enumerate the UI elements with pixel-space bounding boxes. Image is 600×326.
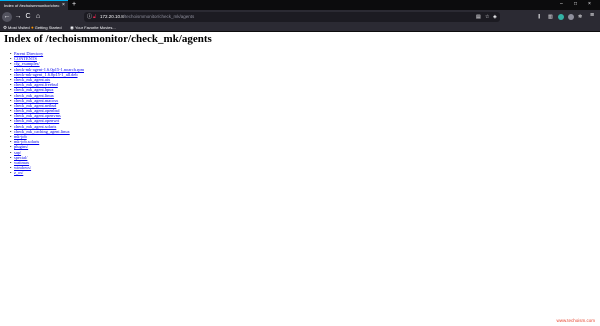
- extension-icon[interactable]: [558, 14, 564, 20]
- account-icon[interactable]: [568, 14, 574, 20]
- home-button[interactable]: ⌂: [33, 12, 43, 22]
- maximize-button[interactable]: □: [574, 1, 577, 8]
- minimize-button[interactable]: –: [560, 1, 563, 8]
- bookmark-label: Most Visited: [8, 25, 30, 30]
- bookmarks-bar: ⚙Most Visited ●Getting Started ◉Your Fav…: [0, 24, 600, 32]
- bookmark-favorite-movies[interactable]: ◉Your Favorite Movies...: [70, 24, 116, 32]
- tab-bar: Index of /techoismmonitor/chec × + – □ ×: [0, 0, 600, 10]
- reader-view-icon[interactable]: ▤: [476, 13, 481, 21]
- url-path: /techoismmonitor/check_mk/agents: [123, 14, 195, 19]
- bookmark-star-icon[interactable]: ☆: [485, 13, 489, 21]
- gear-icon: ⚙: [3, 25, 8, 30]
- bookmark-label: Getting Started: [34, 25, 62, 30]
- page-content: Index of /techoismmonitor/check_mk/agent…: [0, 32, 600, 326]
- bookmark-getting-started[interactable]: ●Getting Started: [31, 24, 62, 32]
- list-item: • z_os/: [10, 170, 84, 175]
- menu-icon[interactable]: ≡: [590, 12, 594, 20]
- tab-close-icon[interactable]: ×: [62, 2, 65, 9]
- new-tab-button[interactable]: +: [72, 0, 76, 9]
- bookmark-label: Your Favorite Movies...: [74, 25, 116, 30]
- firefox-icon: ●: [31, 25, 34, 30]
- reload-button[interactable]: C: [23, 12, 33, 22]
- extensions-puzzle-icon[interactable]: ✲: [578, 13, 582, 21]
- bookmark-most-visited[interactable]: ⚙Most Visited: [3, 24, 30, 32]
- directory-link[interactable]: z_os/: [14, 170, 23, 175]
- globe-icon: ◉: [70, 25, 74, 30]
- window-close-button[interactable]: ×: [588, 1, 591, 8]
- watermark: www.techoism.com: [556, 318, 595, 323]
- shield-icon[interactable]: ◈: [493, 13, 497, 21]
- nav-bar: ← → C ⌂ ⓘ 🔓︎ 172.20.10.8/techoismmonitor…: [0, 10, 600, 24]
- insecure-lock-icon[interactable]: 🔓︎: [93, 13, 96, 21]
- tab-title: Index of /techoismmonitor/chec: [4, 3, 60, 8]
- forward-button[interactable]: →: [13, 12, 23, 22]
- library-icon[interactable]: ⫼: [538, 13, 540, 21]
- url-text[interactable]: 172.20.10.8/techoismmonitor/check_mk/age…: [100, 13, 194, 21]
- page-title: Index of /techoismmonitor/check_mk/agent…: [4, 33, 212, 45]
- url-bar[interactable]: ⓘ 🔓︎ 172.20.10.8/techoismmonitor/check_m…: [84, 12, 500, 22]
- info-icon[interactable]: ⓘ: [87, 13, 92, 21]
- directory-listing: • Parent Directory • CONTENTS • cfg_examples/…: [10, 51, 84, 176]
- url-host: 172.20.10.8: [100, 14, 124, 19]
- sidebar-icon[interactable]: ▥: [548, 13, 553, 21]
- back-button[interactable]: ←: [2, 12, 12, 22]
- tab-active[interactable]: Index of /techoismmonitor/chec ×: [0, 0, 68, 10]
